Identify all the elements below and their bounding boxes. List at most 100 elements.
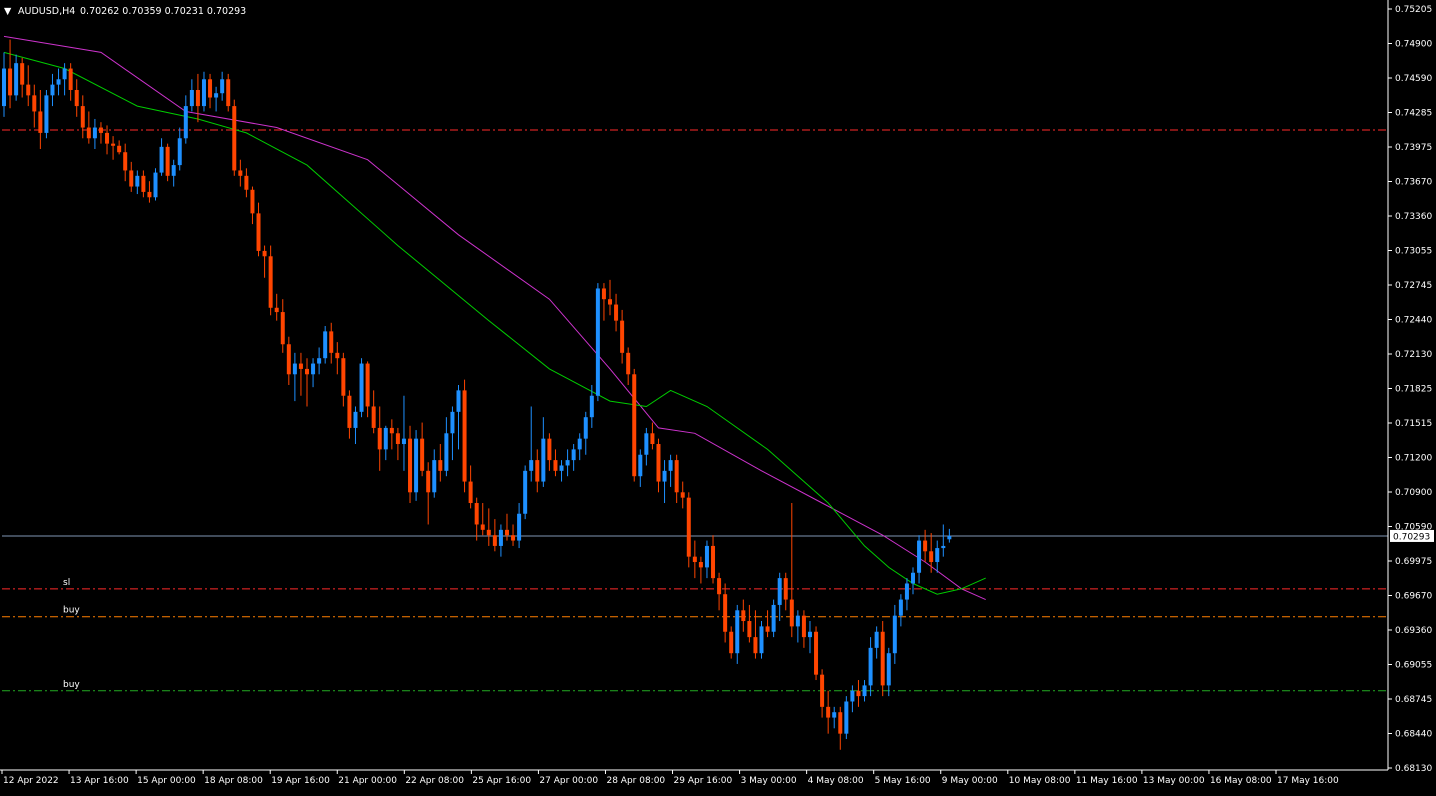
candle — [26, 65, 31, 107]
candle-body — [801, 615, 806, 638]
candle — [771, 599, 776, 638]
candle — [917, 535, 922, 584]
x-tick-label: 18 Apr 08:00 — [204, 776, 263, 786]
candle-body — [123, 152, 128, 171]
axes-layer: 0.75205 0.74900 0.74590 0.74285 0.73975 0.736… — [0, 0, 1434, 786]
candle — [438, 444, 443, 482]
y-tick-label: 0.69670 — [1395, 592, 1432, 602]
x-tick-label: 19 Apr 16:00 — [271, 776, 330, 786]
y-tick-label: 0.69055 — [1395, 661, 1432, 671]
candle-body — [208, 79, 213, 98]
candle — [329, 322, 334, 364]
candle-body — [311, 363, 316, 375]
candle — [668, 454, 673, 487]
candle-body — [717, 578, 722, 595]
candle-body — [741, 610, 746, 622]
candle-body — [195, 89, 200, 107]
candle — [280, 299, 285, 353]
candle-body — [789, 599, 794, 627]
candle-body — [650, 433, 655, 445]
candle-body — [795, 615, 800, 627]
candle — [14, 54, 19, 101]
candle — [692, 540, 697, 579]
candle — [92, 118, 97, 149]
candle — [904, 578, 909, 611]
y-tick-label: 0.70900 — [1395, 488, 1432, 498]
y-tick-label: 0.71825 — [1395, 385, 1432, 395]
candle-body — [723, 594, 728, 632]
candle-body — [238, 170, 243, 176]
candle-body — [68, 68, 73, 90]
candle — [898, 594, 903, 627]
y-tick-label: 0.72745 — [1395, 281, 1432, 291]
candle — [171, 159, 176, 187]
candle-body — [923, 540, 928, 552]
candle — [747, 604, 752, 643]
x-tick-label: 13 Apr 16:00 — [70, 776, 129, 786]
y-tick-label: 0.73360 — [1395, 212, 1432, 222]
candle — [195, 73, 200, 123]
candle — [674, 454, 679, 504]
candle — [547, 433, 552, 471]
candle — [608, 279, 612, 316]
candle-body — [38, 111, 43, 133]
candle-body — [577, 438, 582, 450]
candle-body — [183, 106, 188, 139]
candle — [632, 368, 637, 482]
candle-body — [250, 189, 255, 214]
candle — [620, 309, 625, 364]
candle — [941, 524, 946, 557]
candle — [426, 462, 431, 525]
candle-body — [159, 146, 164, 173]
candle-body — [86, 127, 91, 139]
candle — [389, 419, 394, 450]
candle-body — [292, 363, 297, 375]
candle-body — [929, 551, 934, 563]
candle-body — [559, 465, 564, 471]
candle-body — [711, 545, 716, 579]
candle-body — [426, 470, 431, 493]
x-tick-label: 12 Apr 2022 — [3, 776, 59, 786]
candle — [226, 73, 231, 112]
candle-body — [759, 626, 764, 654]
candle-body — [511, 535, 516, 541]
candle-body — [838, 712, 843, 734]
candle-body — [268, 256, 273, 308]
candle-body — [874, 631, 879, 648]
candle-body — [498, 529, 503, 546]
y-tick-label: 0.74285 — [1395, 109, 1432, 119]
candle — [311, 358, 316, 388]
candle-body — [947, 535, 952, 540]
candlestick-chart[interactable]: sl buy buy 0.75205 0.74900 0.74590 0.74285 0.7… — [0, 0, 1436, 792]
candle-body — [220, 79, 225, 94]
candle-body — [941, 545, 946, 549]
candle — [208, 73, 213, 109]
candle-body — [608, 299, 612, 305]
candle — [201, 71, 206, 112]
candle — [292, 352, 297, 402]
candle-body — [365, 363, 370, 407]
candle — [8, 39, 13, 109]
candle-body — [632, 374, 637, 477]
candle-body — [529, 460, 534, 471]
candle-body — [589, 395, 594, 418]
candle-body — [214, 93, 219, 98]
candle — [523, 465, 528, 520]
candle — [468, 465, 473, 509]
candle-body — [692, 556, 697, 563]
candle-body — [674, 460, 679, 493]
candle-body — [468, 481, 473, 504]
candle-body — [147, 191, 152, 198]
candle-body — [50, 84, 55, 96]
x-tick-label: 5 May 16:00 — [875, 776, 931, 786]
candle-body — [135, 175, 140, 187]
candle-body — [353, 411, 358, 428]
candle — [735, 604, 740, 664]
candle-body — [129, 170, 134, 187]
chart-canvas[interactable]: slbuybuy 0.752050.749000.745900.742850.7… — [0, 0, 1436, 792]
chart-menu-icon[interactable]: ▼ — [4, 6, 12, 17]
candle-body — [389, 427, 394, 434]
candle — [123, 143, 128, 182]
candle — [377, 406, 382, 471]
candle-body — [153, 172, 158, 198]
